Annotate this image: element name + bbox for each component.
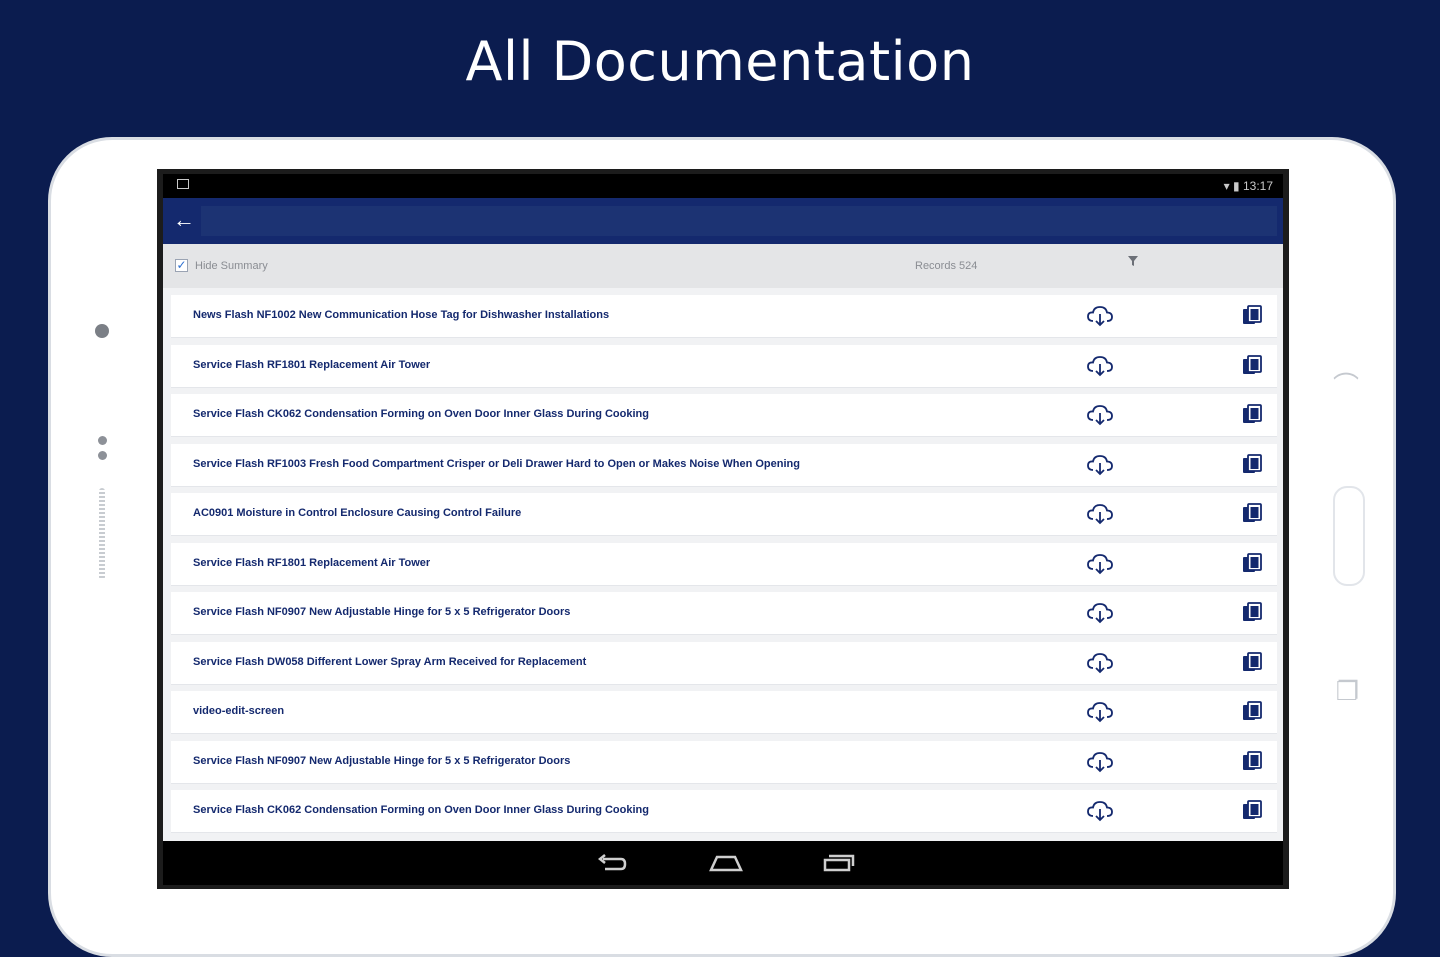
document-title: Service Flash CK062 Condensation Forming… — [193, 804, 649, 816]
sensor-dots — [98, 436, 107, 466]
copy-icon[interactable] — [1241, 552, 1263, 575]
speaker-grille — [99, 488, 105, 580]
document-title: Service Flash RF1801 Replacement Air Tow… — [193, 358, 431, 371]
tablet-screen: ▾ ▮ 13:17 ← ✓ Hide Summary Records 524 N… — [157, 169, 1289, 889]
nav-back-icon[interactable] — [595, 851, 631, 875]
document-title: Service Flash RF1801 Replacement Air Tow… — [193, 556, 431, 569]
copy-icon[interactable] — [1241, 305, 1263, 327]
list-item[interactable]: AC0901 Moisture in Control Enclosure Cau… — [171, 493, 1277, 536]
list-item[interactable]: Service Flash NF0907 New Adjustable Hing… — [171, 740, 1277, 784]
status-right: ▾ ▮ 13:17 — [1224, 179, 1273, 193]
hide-summary-checkbox[interactable]: ✓ — [175, 259, 188, 272]
copy-icon[interactable] — [1241, 750, 1263, 773]
copy-icon[interactable] — [1241, 404, 1263, 426]
list-item[interactable]: Service Flash RF1801 Replacement Air Tow… — [171, 344, 1277, 388]
nav-recents-icon[interactable] — [821, 851, 857, 875]
app-bar-title-field — [201, 206, 1277, 236]
android-nav-bar — [163, 841, 1283, 885]
list-item[interactable]: Service Flash CK062 Condensation Forming… — [171, 394, 1277, 437]
list-item[interactable]: News Flash NF1002 New Communication Hose… — [171, 295, 1277, 338]
cloud-download-icon[interactable] — [1087, 701, 1113, 723]
cloud-download-icon[interactable] — [1087, 503, 1113, 525]
cloud-download-icon[interactable] — [1087, 454, 1113, 476]
status-time: 13:17 — [1242, 179, 1273, 193]
page-headline: All Documentation — [465, 30, 975, 93]
cloud-download-icon[interactable] — [1087, 553, 1113, 575]
copy-icon[interactable] — [1241, 453, 1263, 476]
cloud-download-icon[interactable] — [1087, 355, 1113, 377]
list-item[interactable]: Service Flash DW058 Different Lower Spra… — [171, 641, 1277, 685]
copy-icon[interactable] — [1241, 701, 1263, 723]
document-title: News Flash NF1002 New Communication Hose… — [193, 309, 610, 321]
hide-summary-label: Hide Summary — [195, 260, 268, 272]
document-title: Service Flash RF1003 Fresh Food Compartm… — [193, 457, 800, 470]
document-title: Service Flash NF0907 New Adjustable Hing… — [193, 754, 571, 767]
cloud-download-icon[interactable] — [1087, 652, 1113, 674]
document-title: Service Flash NF0907 New Adjustable Hing… — [193, 606, 571, 618]
list-item[interactable]: Service Flash NF0907 New Adjustable Hing… — [171, 592, 1277, 635]
cloud-download-icon[interactable] — [1087, 602, 1113, 624]
cloud-download-icon[interactable] — [1087, 305, 1113, 327]
home-hardware-button — [1333, 486, 1365, 586]
copy-icon[interactable] — [1241, 651, 1263, 674]
copy-icon[interactable] — [1241, 354, 1263, 377]
wifi-icon: ▾ — [1223, 179, 1230, 193]
document-title: Service Flash DW058 Different Lower Spra… — [193, 655, 587, 668]
document-title: AC0901 Moisture in Control Enclosure Cau… — [193, 507, 522, 519]
records-count: Records 524 — [915, 260, 978, 272]
documents-list: News Flash NF1002 New Communication Hose… — [163, 288, 1283, 841]
cloud-download-icon[interactable] — [1087, 404, 1113, 426]
copy-icon[interactable] — [1241, 503, 1263, 525]
notification-icon — [177, 179, 189, 189]
back-arrow-icon[interactable]: ← — [173, 208, 195, 232]
cloud-download-icon[interactable] — [1087, 751, 1113, 773]
list-item[interactable]: Service Flash RF1003 Fresh Food Compartm… — [171, 443, 1277, 487]
battery-icon: ▮ — [1233, 179, 1240, 193]
filter-icon[interactable] — [1127, 254, 1139, 271]
cloud-download-icon[interactable] — [1087, 800, 1113, 822]
camera-icon — [95, 324, 109, 338]
side-copy-hardware-icon: ❐ — [1335, 676, 1359, 706]
copy-icon[interactable] — [1241, 602, 1263, 624]
document-title: Service Flash CK062 Condensation Forming… — [193, 408, 649, 420]
list-item[interactable]: Service Flash RF1801 Replacement Air Tow… — [171, 542, 1277, 586]
side-hardware-icon: ⌒ — [1332, 371, 1359, 401]
document-title: video-edit-screen — [193, 705, 285, 717]
list-toolbar: ✓ Hide Summary Records 524 — [163, 244, 1283, 288]
status-bar: ▾ ▮ 13:17 — [163, 174, 1283, 198]
list-item[interactable]: Service Flash CK062 Condensation Forming… — [171, 790, 1277, 833]
app-bar: ← — [163, 198, 1283, 244]
copy-icon[interactable] — [1241, 800, 1263, 822]
list-item[interactable]: video-edit-screen — [171, 691, 1277, 734]
nav-home-icon[interactable] — [708, 851, 744, 875]
